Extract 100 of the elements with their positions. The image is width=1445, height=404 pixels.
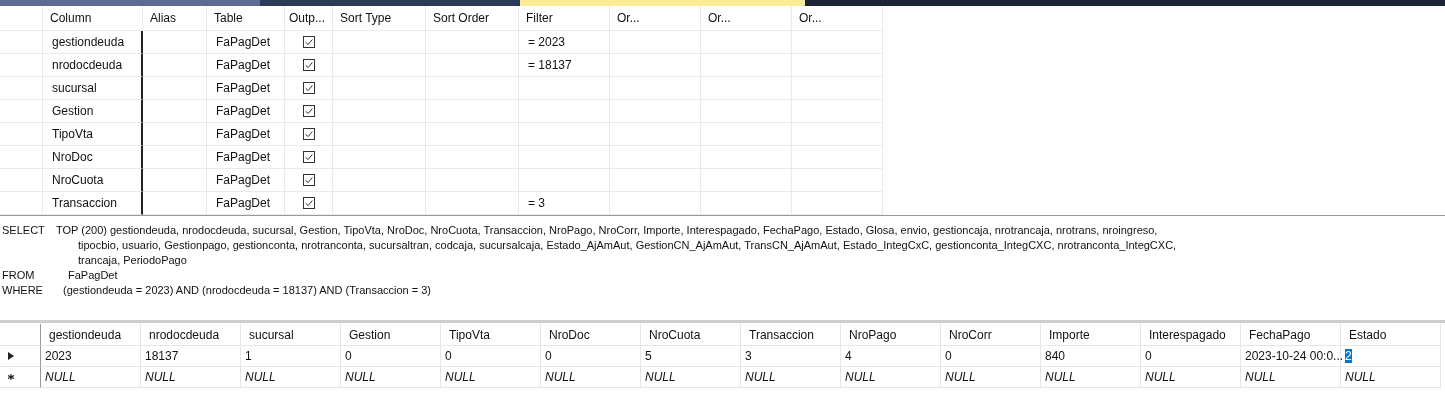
grid-cell[interactable]: NULL — [341, 367, 441, 388]
column-header[interactable]: NroCorr — [941, 324, 1041, 346]
grid-cell[interactable]: FaPagDet — [207, 169, 285, 192]
grid-cell[interactable]: NroCuota — [43, 169, 143, 192]
checkbox[interactable] — [302, 197, 315, 209]
current-row-icon — [8, 352, 14, 360]
column-header[interactable]: Sort Order — [426, 6, 519, 31]
grid-cell[interactable]: NroDoc — [43, 146, 143, 169]
document-tab[interactable] — [520, 0, 805, 6]
column-header[interactable]: Outp... — [285, 6, 333, 31]
checkbox[interactable] — [302, 36, 315, 48]
grid-cell[interactable] — [143, 77, 207, 100]
grid-cell[interactable]: sucursal — [43, 77, 143, 100]
grid-cell[interactable]: NULL — [641, 367, 741, 388]
column-header[interactable]: Transaccion — [741, 324, 841, 346]
grid-cell[interactable]: NULL — [1041, 367, 1141, 388]
grid-cell[interactable]: NULL — [141, 367, 241, 388]
grid-cell[interactable] — [143, 169, 207, 192]
column-header[interactable]: NroCuota — [641, 324, 741, 346]
grid-cell[interactable]: nrodocdeuda — [43, 54, 143, 77]
grid-cell[interactable]: 0 — [1141, 346, 1241, 367]
grid-cell[interactable]: = 3 — [519, 192, 610, 215]
grid-cell[interactable]: FaPagDet — [207, 123, 285, 146]
grid-cell[interactable]: 0 — [441, 346, 541, 367]
grid-cell[interactable]: NULL — [541, 367, 641, 388]
checkbox[interactable] — [302, 174, 315, 186]
grid-cell[interactable]: 0 — [541, 346, 641, 367]
grid-cell[interactable] — [426, 192, 519, 215]
grid-cell[interactable]: Transaccion — [43, 192, 143, 215]
grid-cell[interactable] — [143, 54, 207, 77]
grid-cell[interactable]: NULL — [1341, 367, 1441, 388]
column-header[interactable]: Or... — [792, 6, 883, 31]
grid-cell[interactable]: 2023-10-24 00:0... — [1241, 346, 1341, 367]
grid-cell[interactable] — [143, 100, 207, 123]
grid-cell[interactable]: NULL — [241, 367, 341, 388]
column-header[interactable]: Table — [207, 6, 285, 31]
grid-cell[interactable]: 2023 — [41, 346, 141, 367]
row-header[interactable] — [0, 346, 41, 367]
grid-cell[interactable]: 18137 — [141, 346, 241, 367]
column-header[interactable]: Or... — [610, 6, 701, 31]
new-row-icon — [8, 374, 14, 380]
grid-cell[interactable]: FaPagDet — [207, 31, 285, 54]
grid-cell[interactable] — [333, 192, 426, 215]
column-header[interactable]: Column — [43, 6, 143, 31]
column-header[interactable]: gestiondeuda — [41, 324, 141, 346]
grid-cell[interactable] — [143, 123, 207, 146]
grid-cell[interactable]: 4 — [841, 346, 941, 367]
column-header[interactable]: Alias — [143, 6, 207, 31]
grid-cell[interactable]: 840 — [1041, 346, 1141, 367]
grid-cell[interactable]: 5 — [641, 346, 741, 367]
checkbox[interactable] — [302, 128, 315, 140]
grid-cell[interactable]: NULL — [841, 367, 941, 388]
grid-cell[interactable]: FaPagDet — [207, 54, 285, 77]
grid-cell[interactable]: TipoVta — [43, 123, 143, 146]
grid-cell[interactable]: NULL — [441, 367, 541, 388]
grid-cell[interactable]: 1 — [241, 346, 341, 367]
grid-cell[interactable] — [143, 31, 207, 54]
grid-cell[interactable]: NULL — [741, 367, 841, 388]
column-header[interactable]: Gestion — [341, 324, 441, 346]
grid-cell[interactable]: FaPagDet — [207, 146, 285, 169]
grid-cell[interactable] — [143, 192, 207, 215]
grid-cell[interactable] — [701, 192, 792, 215]
grid-cell[interactable]: FaPagDet — [207, 192, 285, 215]
grid-cell[interactable]: gestiondeuda — [43, 31, 143, 54]
grid-cell[interactable] — [792, 192, 883, 215]
checkbox[interactable] — [302, 82, 315, 94]
checkbox[interactable] — [302, 105, 315, 117]
grid-cell[interactable]: 0 — [341, 346, 441, 367]
grid-cell[interactable]: 3 — [741, 346, 841, 367]
grid-cell[interactable]: NULL — [1241, 367, 1341, 388]
grid-cell[interactable]: NULL — [941, 367, 1041, 388]
document-tab[interactable] — [0, 0, 260, 6]
row-header — [0, 324, 41, 346]
column-header[interactable]: Importe — [1041, 324, 1141, 346]
column-header[interactable]: Estado — [1341, 324, 1441, 346]
grid-cell[interactable]: 2 — [1341, 346, 1441, 367]
column-header[interactable]: nrodocdeuda — [141, 324, 241, 346]
column-header[interactable]: Filter — [519, 6, 610, 31]
column-header[interactable]: Interespagado — [1141, 324, 1241, 346]
grid-cell[interactable]: Gestion — [43, 100, 143, 123]
column-header[interactable]: sucursal — [241, 324, 341, 346]
grid-cell[interactable]: FaPagDet — [207, 77, 285, 100]
grid-cell[interactable]: FaPagDet — [207, 100, 285, 123]
column-header[interactable]: Sort Type — [333, 6, 426, 31]
grid-cell[interactable]: = 2023 — [519, 31, 610, 54]
column-header[interactable]: Or... — [701, 6, 792, 31]
column-header[interactable]: TipoVta — [441, 324, 541, 346]
column-header[interactable]: NroPago — [841, 324, 941, 346]
grid-cell[interactable] — [610, 192, 701, 215]
grid-cell[interactable] — [143, 146, 207, 169]
grid-cell[interactable]: = 18137 — [519, 54, 610, 77]
checkbox[interactable] — [302, 151, 315, 163]
grid-cell[interactable]: NULL — [1141, 367, 1241, 388]
checkbox[interactable] — [302, 59, 315, 71]
column-header[interactable]: FechaPago — [1241, 324, 1341, 346]
column-header[interactable]: NroDoc — [541, 324, 641, 346]
grid-cell[interactable]: 0 — [941, 346, 1041, 367]
document-tab[interactable] — [260, 0, 520, 6]
grid-cell[interactable]: NULL — [41, 367, 141, 388]
sql-text: FaPagDet — [68, 268, 118, 283]
